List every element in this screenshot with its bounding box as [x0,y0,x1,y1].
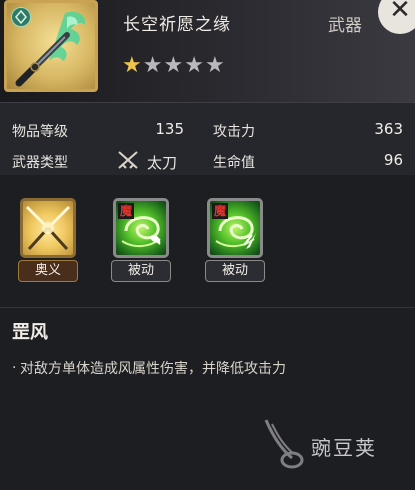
attack-value: 363 [374,120,403,138]
watermark-text: 豌豆荚 [311,436,377,460]
close-icon: ✕ [389,0,411,25]
weapon-type-label: 武器类型 [12,155,68,171]
star-icon: ★ [184,53,204,78]
skill-icon-ultimate [20,198,76,258]
star-icon: ★ [163,53,184,78]
skill-name: 罡风 [12,322,48,343]
skill-icon-passive: 魔 [207,198,263,258]
demon-tag: 魔 [212,203,228,219]
item-level-label: 物品等级 [12,124,68,140]
skill-icon-passive: 魔 [113,198,169,258]
skill-description: 对敌方单体造成风属性伤害，并降低攻击力 [20,361,286,377]
weapon-type-value: 太刀 [147,154,178,172]
crossed-swords-icon [118,151,138,169]
star-icon: ★ [204,53,225,78]
katana-icon [15,11,86,87]
attack-label: 攻击力 [213,124,255,140]
hp-label: 生命值 [213,155,255,171]
weapon-item-icon [4,0,98,92]
crossed-blades-icon [25,205,71,251]
star-icon: ★ [122,53,142,78]
skill-label: 被动 [205,260,265,282]
bullet: · [12,360,17,376]
item-level-value: 135 [155,120,184,138]
demon-tag: 魔 [118,203,134,219]
hp-value: 96 [383,151,403,169]
weapon-name: 长空祈愿之缘 [123,15,231,35]
section-divider [0,307,415,308]
rarity-stars: ★ ★ ★ ★ ★ [122,55,225,77]
star-icon: ★ [142,53,163,78]
item-category: 武器 [328,16,362,36]
skill-label: 被动 [111,260,171,282]
skill-label: 奥义 [18,260,78,282]
